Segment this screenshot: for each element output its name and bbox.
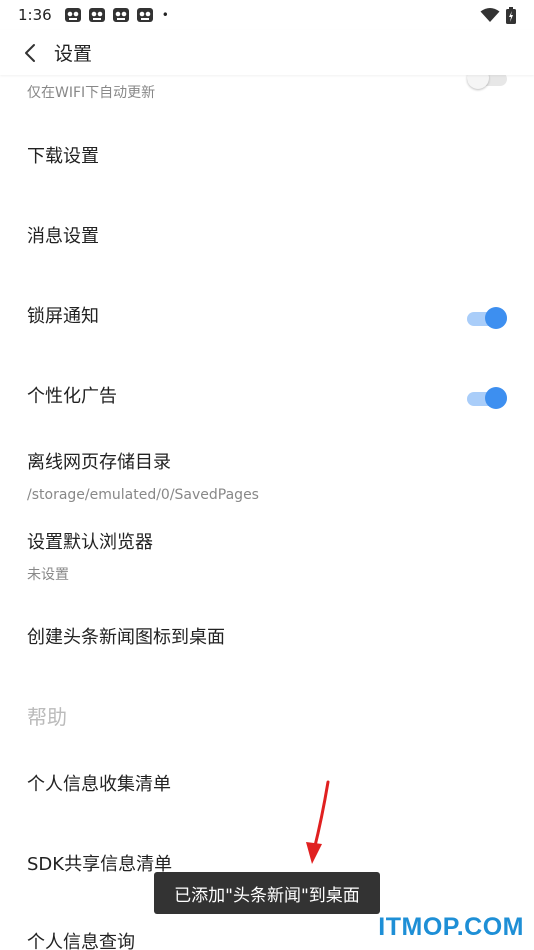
setting-default-browser-value: 未设置 [27, 567, 69, 583]
setting-wifi-update-label: 仅在WIFI下自动更新 [27, 85, 156, 101]
status-right [480, 6, 516, 24]
setting-download[interactable]: 下载设置 [0, 145, 534, 169]
watermark: ITMOP.COM [378, 913, 524, 941]
toggle-knob [467, 75, 489, 89]
help-personal-info-list[interactable]: 个人信息收集清单 [0, 773, 534, 797]
setting-desktop-icon[interactable]: 创建头条新闻图标到桌面 [0, 626, 534, 650]
app-notification-icon [64, 8, 81, 22]
setting-lock-screen[interactable]: 锁屏通知 [0, 305, 534, 329]
toggle-knob [485, 387, 507, 409]
setting-default-browser[interactable]: 设置默认浏览器 未设置 [0, 531, 534, 585]
help-section-header: 帮助 [27, 705, 67, 729]
setting-offline-dir-label: 离线网页存储目录 [27, 452, 171, 473]
status-time: 1:36 [18, 6, 52, 24]
status-bar: 1:36 • [0, 0, 534, 30]
setting-lock-screen-label: 锁屏通知 [27, 306, 99, 327]
chevron-left-icon [25, 43, 35, 62]
wifi-icon [480, 8, 500, 22]
battery-icon [506, 6, 516, 24]
toast: 已添加"头条新闻"到桌面 [154, 872, 380, 914]
setting-wifi-update[interactable]: 仅在WIFI下自动更新 [0, 83, 534, 103]
help-section: 帮助 [0, 701, 534, 730]
app-notification-icon [112, 8, 129, 22]
setting-personalized-ads-label: 个性化广告 [27, 386, 117, 407]
setting-desktop-icon-label: 创建头条新闻图标到桌面 [27, 627, 225, 648]
status-left: 1:36 • [18, 6, 169, 24]
annotation-arrow-icon [306, 780, 330, 864]
top-bar: 设置 [0, 30, 534, 75]
help-personal-info-list-label: 个人信息收集清单 [27, 774, 171, 795]
setting-personalized-ads[interactable]: 个性化广告 [0, 385, 534, 409]
lock-screen-toggle[interactable] [467, 307, 507, 329]
app-notification-icon [136, 8, 153, 22]
app-notification-icon [88, 8, 105, 22]
toggle-knob [485, 307, 507, 329]
setting-default-browser-label: 设置默认浏览器 [27, 532, 153, 553]
setting-message-label: 消息设置 [27, 226, 99, 247]
toast-message: 已添加"头条新闻"到桌面 [174, 885, 360, 906]
setting-offline-dir-value: /storage/emulated/0/SavedPages [27, 487, 259, 503]
wifi-update-toggle[interactable] [467, 75, 507, 89]
personalized-ads-toggle[interactable] [467, 387, 507, 409]
settings-list: 仅在WIFI下自动更新 下载设置 消息设置 锁屏通知 个性化广告 离线网页存储目… [0, 75, 534, 950]
setting-message[interactable]: 消息设置 [0, 225, 534, 249]
setting-download-label: 下载设置 [27, 146, 99, 167]
page-title: 设置 [54, 43, 93, 65]
setting-offline-dir[interactable]: 离线网页存储目录 /storage/emulated/0/SavedPages [0, 451, 534, 505]
status-dot: • [161, 8, 169, 22]
back-button[interactable] [10, 33, 50, 73]
